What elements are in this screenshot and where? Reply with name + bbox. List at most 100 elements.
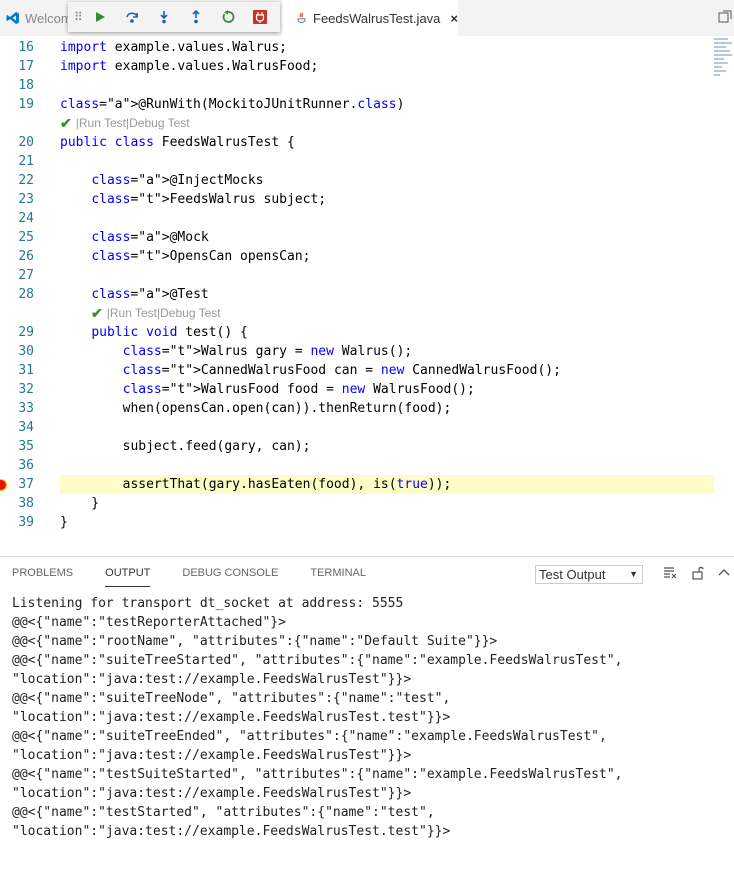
- code-line[interactable]: 21: [0, 152, 714, 171]
- tab-welcome[interactable]: Welcom: [0, 0, 76, 36]
- continue-button[interactable]: [84, 2, 116, 32]
- step-out-icon: [192, 10, 200, 24]
- step-into-button[interactable]: [148, 2, 180, 32]
- line-number: 27: [18, 268, 34, 283]
- line-number: 29: [18, 325, 34, 340]
- line-code: when(opensCan.open(can)).thenReturn(food…: [60, 401, 452, 416]
- java-file-icon: [297, 12, 306, 24]
- line-number: 22: [18, 173, 34, 188]
- line-number: 21: [18, 154, 34, 169]
- code-line[interactable]: 23 class="t">FeedsWalrus subject;: [0, 190, 714, 209]
- code-line[interactable]: 28 class="a">@Test: [0, 285, 714, 304]
- code-line[interactable]: 34: [0, 418, 714, 437]
- code-line[interactable]: 27: [0, 266, 714, 285]
- line-number: 30: [18, 344, 34, 359]
- code-line[interactable]: 17 import example.values.WalrusFood;: [0, 57, 714, 76]
- line-number: 31: [18, 363, 34, 378]
- test-passed-icon: ✔: [60, 115, 72, 131]
- line-code: class="t">OpensCan opensCan;: [91, 249, 311, 264]
- line-code: subject.feed(gary, can);: [60, 439, 311, 454]
- minimap[interactable]: [714, 36, 734, 116]
- output-line: "location":"java:test://example.FeedsWal…: [12, 748, 412, 763]
- tab-problems[interactable]: PROBLEMS: [12, 567, 73, 587]
- code-line[interactable]: 18: [0, 76, 714, 95]
- split-editor-icon[interactable]: [718, 10, 732, 24]
- output-channel-select[interactable]: Test Output ▼: [535, 565, 643, 584]
- line-number: 25: [18, 230, 34, 245]
- line-number: 23: [18, 192, 34, 207]
- bottom-panel: PROBLEMS OUTPUT DEBUG CONSOLE TERMINAL T…: [0, 556, 734, 884]
- line-code: }: [60, 496, 100, 511]
- clear-output-icon[interactable]: [662, 565, 678, 581]
- disconnect-button[interactable]: [244, 2, 276, 32]
- line-number: 34: [18, 420, 34, 435]
- run-test-link[interactable]: Run Test: [110, 304, 157, 323]
- test-passed-icon: ✔: [91, 305, 103, 321]
- code-line[interactable]: 38 }: [0, 494, 714, 513]
- line-code: public class FeedsWalrusTest {: [60, 135, 295, 150]
- line-number: 33: [18, 401, 34, 416]
- output-line: @@<{"name":"suiteTreeEnded", "attributes…: [12, 729, 607, 744]
- code-line[interactable]: 39}: [0, 513, 714, 532]
- line-code: import example.values.Walrus;: [60, 40, 287, 55]
- code-line[interactable]: 36: [0, 456, 714, 475]
- line-code: }: [60, 515, 68, 530]
- code-line[interactable]: 31 class="t">CannedWalrusFood can = new …: [0, 361, 714, 380]
- line-code: class="a">@InjectMocks: [91, 173, 264, 188]
- line-code: class="a">@RunWith(MockitoJUnitRunner.cl…: [60, 97, 405, 112]
- close-tab-icon[interactable]: ×: [450, 11, 458, 26]
- code-line[interactable]: 37 assertThat(gary.hasEaten(food), is(tr…: [0, 475, 714, 494]
- output-line: @@<{"name":"suiteTreeStarted", "attribut…: [12, 653, 623, 668]
- line-number: 20: [18, 135, 34, 150]
- line-number: 38: [18, 496, 34, 511]
- code-line[interactable]: 33 when(opensCan.open(can)).thenReturn(f…: [0, 399, 714, 418]
- line-number: 19: [18, 97, 34, 112]
- step-over-icon: [126, 12, 138, 23]
- debug-test-link[interactable]: Debug Test: [129, 114, 190, 133]
- output-line: Listening for transport dt_socket at add…: [12, 596, 404, 611]
- line-number: 17: [18, 59, 34, 74]
- tab-feedswalrustest[interactable]: FeedsWalrusTest.java ×: [282, 0, 458, 36]
- code-line[interactable]: 22 class="a">@InjectMocks: [0, 171, 714, 190]
- tab-output[interactable]: OUTPUT: [105, 567, 151, 587]
- step-over-button[interactable]: [116, 2, 148, 32]
- output-line: @@<{"name":"suiteTreeNode", "attributes"…: [12, 691, 451, 706]
- line-number: 32: [18, 382, 34, 397]
- code-line[interactable]: 16 import example.values.Walrus;: [0, 38, 714, 57]
- chevron-up-icon[interactable]: [716, 565, 732, 581]
- code-line[interactable]: 20 public class FeedsWalrusTest {: [0, 133, 714, 152]
- line-number: 36: [18, 458, 34, 473]
- tab-debug-console[interactable]: DEBUG CONSOLE: [182, 567, 278, 587]
- tab-terminal[interactable]: TERMINAL: [310, 567, 366, 587]
- output-line: "location":"java:test://example.FeedsWal…: [12, 672, 412, 687]
- line-code: import example.values.WalrusFood;: [60, 59, 319, 74]
- line-number: 24: [18, 211, 34, 226]
- code-line[interactable]: 35 subject.feed(gary, can);: [0, 437, 714, 456]
- step-out-button[interactable]: [180, 2, 212, 32]
- line-code: class="t">CannedWalrusFood can = new Can…: [122, 363, 561, 378]
- line-number: 39: [18, 515, 34, 530]
- output-line: @@<{"name":"rootName", "attributes":{"na…: [12, 634, 498, 649]
- disconnect-icon: [253, 10, 267, 24]
- lock-scroll-icon[interactable]: [690, 565, 706, 581]
- line-code: class="t">FeedsWalrus subject;: [91, 192, 327, 207]
- debug-toolbar: ⠿: [68, 2, 280, 32]
- code-lens: ✔ | Run Test | Debug Test: [60, 114, 190, 133]
- code-editor[interactable]: 16 import example.values.Walrus; 17 import …: [0, 36, 714, 556]
- line-number: 16: [18, 40, 34, 55]
- code-line[interactable]: 30 class="t">Walrus gary = new Walrus();: [0, 342, 714, 361]
- line-number: 26: [18, 249, 34, 264]
- run-test-link[interactable]: Run Test: [79, 114, 126, 133]
- line-number: 28: [18, 287, 34, 302]
- debug-test-link[interactable]: Debug Test: [160, 304, 221, 323]
- code-line[interactable]: 32 class="t">WalrusFood food = new Walru…: [0, 380, 714, 399]
- code-line[interactable]: 19 class="a">@RunWith(MockitoJUnitRunner.…: [0, 95, 714, 114]
- output-line: "location":"java:test://example.FeedsWal…: [12, 824, 451, 839]
- drag-handle-icon[interactable]: ⠿: [74, 10, 84, 24]
- code-line[interactable]: 26 class="t">OpensCan opensCan;: [0, 247, 714, 266]
- output-line: "location":"java:test://example.FeedsWal…: [12, 710, 451, 725]
- code-line[interactable]: 25 class="a">@Mock: [0, 228, 714, 247]
- code-line[interactable]: 24: [0, 209, 714, 228]
- restart-button[interactable]: [212, 2, 244, 32]
- code-line[interactable]: 29 public void test() {: [0, 323, 714, 342]
